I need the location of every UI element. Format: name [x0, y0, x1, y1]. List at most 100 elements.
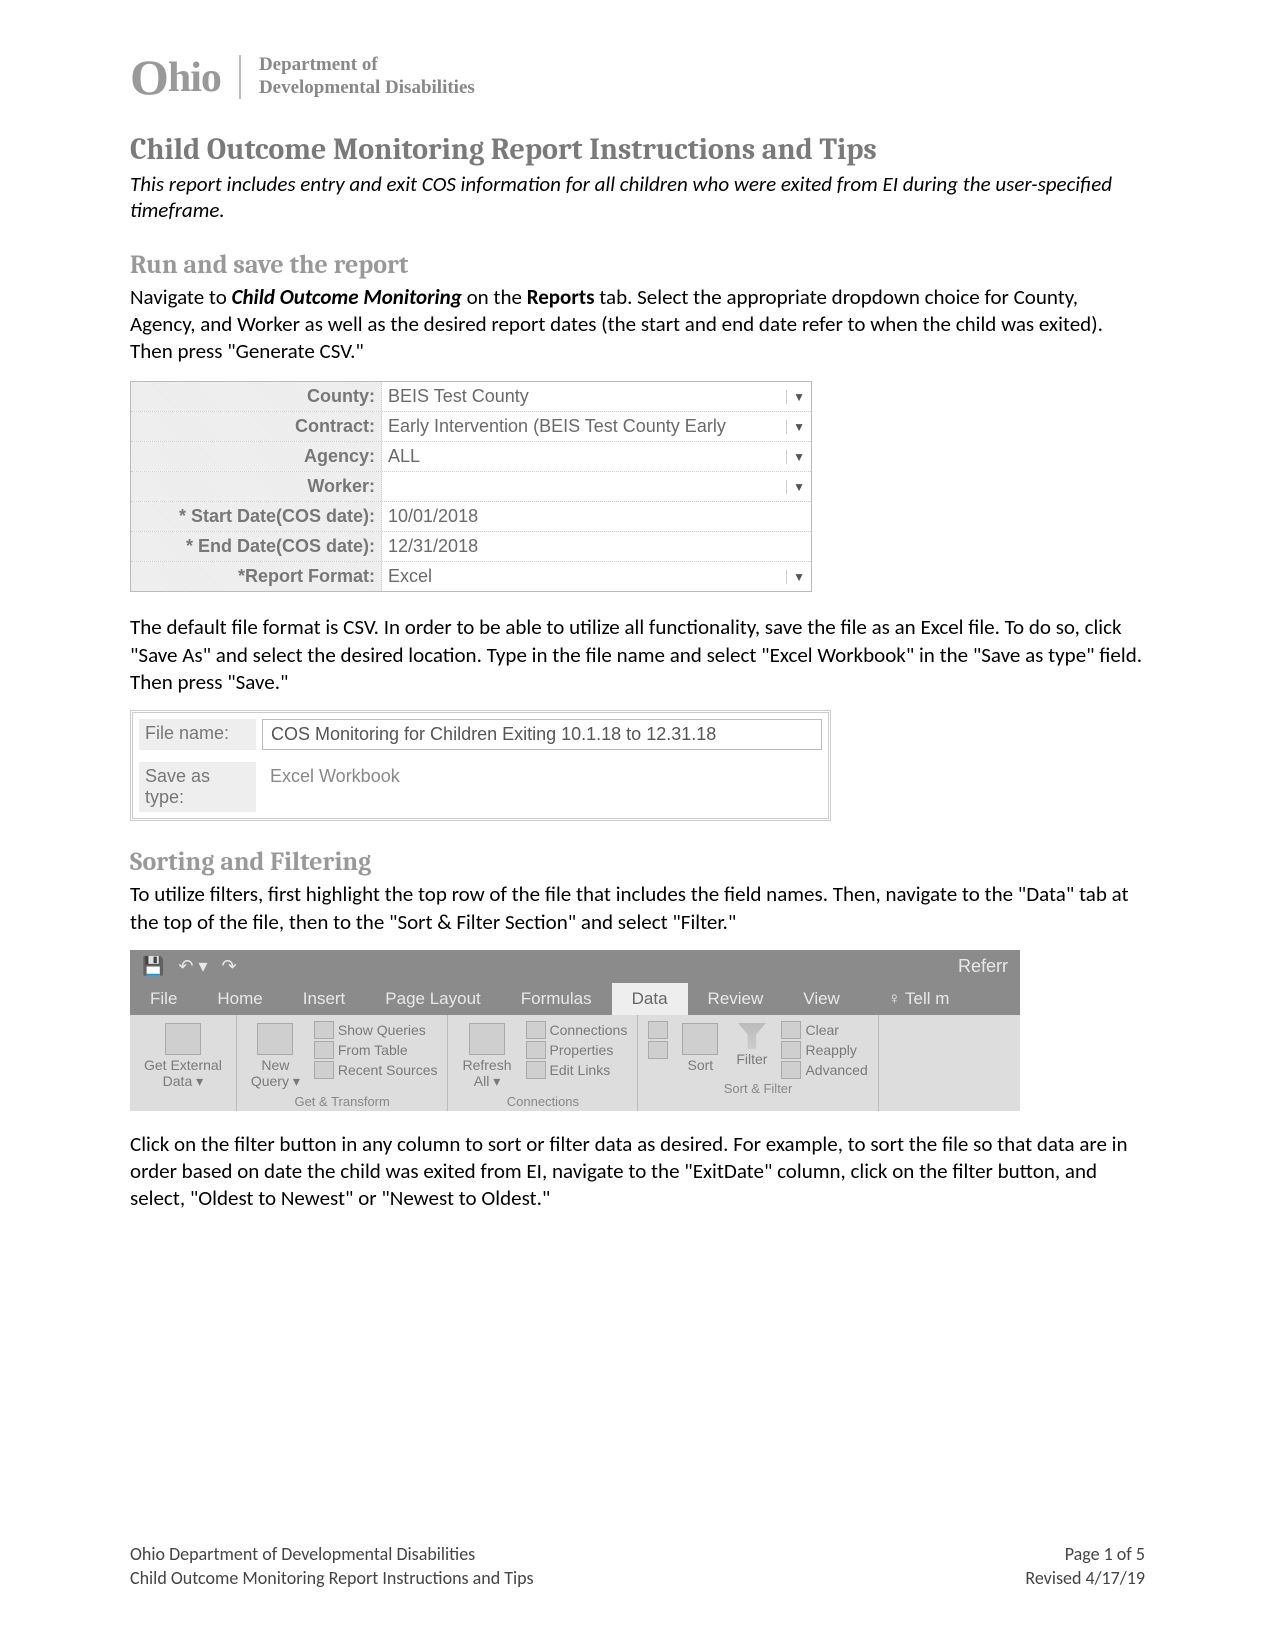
agency-label: Agency:	[131, 442, 382, 471]
filter-button[interactable]: Filter	[732, 1021, 771, 1069]
reapply-label: Reapply	[805, 1042, 856, 1058]
reports-tab-bold: Reports	[527, 284, 595, 310]
county-value: BEIS Test County	[388, 386, 529, 407]
from-table-button[interactable]: From Table	[314, 1041, 438, 1059]
sort-button[interactable]: Sort	[678, 1021, 722, 1075]
sort-az-icon	[648, 1021, 668, 1039]
start-date-label: * Start Date(COS date):	[131, 502, 382, 531]
edit-links-icon	[526, 1061, 546, 1079]
page-title: Child Outcome Monitoring Report Instruct…	[130, 132, 1145, 167]
start-date-input[interactable]: 10/01/2018	[382, 502, 811, 531]
get-external-data-label: Get External Data ▾	[144, 1057, 222, 1090]
end-date-label: * End Date(COS date):	[131, 532, 382, 561]
filename-value: COS Monitoring for Children Exiting 10.1…	[271, 724, 716, 744]
filter-usage-para: Click on the filter button in any column…	[130, 1131, 1145, 1213]
edit-links-label: Edit Links	[550, 1062, 611, 1078]
show-queries-icon	[314, 1021, 334, 1039]
start-date-value: 10/01/2018	[388, 506, 478, 527]
saveas-type-dropdown[interactable]: Excel Workbook	[262, 762, 822, 812]
filename-label: File name:	[139, 719, 256, 750]
section-run-save-heading: Run and save the report	[130, 250, 1145, 280]
ribbon-title-truncated: Referr	[958, 956, 1008, 977]
advanced-label: Advanced	[805, 1062, 867, 1078]
connections-label: Connections	[550, 1022, 628, 1038]
contract-label: Contract:	[131, 412, 382, 441]
section-run-save-para: Navigate to Child Outcome Monitoring on …	[130, 284, 1145, 366]
refresh-all-button[interactable]: Refresh All ▾	[458, 1021, 515, 1092]
footer-dept: Ohio Department of Developmental Disabil…	[130, 1543, 534, 1566]
tab-insert[interactable]: Insert	[283, 983, 366, 1015]
tab-formulas[interactable]: Formulas	[501, 983, 612, 1015]
clear-label: Clear	[805, 1022, 838, 1038]
advanced-button[interactable]: Advanced	[781, 1061, 867, 1079]
report-format-dropdown[interactable]: Excel ▼	[382, 562, 811, 591]
redo-icon[interactable]: ↷	[222, 956, 237, 977]
saveas-type-label: Save as type:	[139, 762, 256, 812]
new-query-icon	[257, 1023, 293, 1055]
sort-icon	[682, 1023, 718, 1055]
clear-button[interactable]: Clear	[781, 1021, 867, 1039]
chevron-down-icon: ▼	[786, 390, 805, 404]
refresh-icon	[469, 1023, 505, 1055]
group-sort-filter: Sort & Filter	[724, 1081, 793, 1096]
county-dropdown[interactable]: BEIS Test County ▼	[382, 382, 811, 411]
tab-file[interactable]: File	[130, 983, 197, 1015]
filename-input[interactable]: COS Monitoring for Children Exiting 10.1…	[262, 719, 822, 750]
footer-doc-title: Child Outcome Monitoring Report Instruct…	[130, 1567, 534, 1590]
agency-value: ALL	[388, 446, 420, 467]
connections-button[interactable]: Connections	[526, 1021, 628, 1039]
report-format-value: Excel	[388, 566, 432, 587]
save-icon[interactable]: 💾	[142, 956, 164, 977]
tab-page-layout[interactable]: Page Layout	[365, 983, 500, 1015]
tab-view[interactable]: View	[783, 983, 860, 1015]
chevron-down-icon: ▼	[786, 420, 805, 434]
recent-sources-button[interactable]: Recent Sources	[314, 1061, 438, 1079]
refresh-all-label: Refresh All ▾	[462, 1057, 511, 1090]
sort-za-button[interactable]	[648, 1041, 668, 1059]
tab-home[interactable]: Home	[197, 983, 282, 1015]
save-as-instructions: The default file format is CSV. In order…	[130, 614, 1145, 696]
worker-label: Worker:	[131, 472, 382, 501]
reapply-button[interactable]: Reapply	[781, 1041, 867, 1059]
chevron-down-icon: ▼	[786, 480, 805, 494]
ohio-logo: Ohio	[130, 48, 221, 106]
text: Navigate to	[130, 284, 232, 310]
sort-za-icon	[648, 1041, 668, 1059]
end-date-input[interactable]: 12/31/2018	[382, 532, 811, 561]
worker-dropdown[interactable]: ▼	[382, 472, 811, 501]
tell-me-search[interactable]: ♀ Tell m	[868, 983, 970, 1015]
intro-text: This report includes entry and exit COS …	[130, 171, 1145, 224]
filter-icon	[738, 1023, 766, 1049]
sort-label: Sort	[688, 1057, 714, 1073]
show-queries-button[interactable]: Show Queries	[314, 1021, 438, 1039]
header-divider	[239, 55, 241, 99]
end-date-value: 12/31/2018	[388, 536, 478, 557]
footer-revised-date: Revised 4/17/19	[1025, 1567, 1145, 1590]
tab-data[interactable]: Data	[612, 983, 688, 1015]
properties-icon	[526, 1041, 546, 1059]
connections-icon	[526, 1021, 546, 1039]
new-query-label: New Query ▾	[251, 1057, 300, 1090]
group-get-transform: Get & Transform	[294, 1094, 389, 1109]
section-sorting-heading: Sorting and Filtering	[130, 847, 1145, 877]
department-name: Department of Developmental Disabilities	[259, 54, 475, 100]
chevron-down-icon: ▼	[786, 450, 805, 464]
edit-links-button[interactable]: Edit Links	[526, 1061, 628, 1079]
page-footer: Ohio Department of Developmental Disabil…	[130, 1543, 1145, 1590]
get-external-data-button[interactable]: Get External Data ▾	[140, 1021, 226, 1092]
undo-icon[interactable]: ↶ ▾	[178, 956, 207, 977]
contract-dropdown[interactable]: Early Intervention (BEIS Test County Ear…	[382, 412, 811, 441]
section-sorting-para: To utilize filters, first highlight the …	[130, 881, 1145, 936]
tab-review[interactable]: Review	[688, 983, 784, 1015]
new-query-button[interactable]: New Query ▾	[247, 1021, 304, 1092]
chevron-down-icon: ▼	[786, 570, 805, 584]
properties-button[interactable]: Properties	[526, 1041, 628, 1059]
agency-dropdown[interactable]: ALL ▼	[382, 442, 811, 471]
get-external-data-icon	[165, 1023, 201, 1055]
recent-sources-label: Recent Sources	[338, 1062, 438, 1078]
report-form-figure: County: BEIS Test County ▼ Contract: Ear…	[130, 381, 812, 592]
nav-target-bold: Child Outcome Monitoring	[232, 284, 462, 310]
dept-line-1: Department of	[259, 54, 475, 77]
report-format-label: *Report Format:	[131, 562, 382, 591]
sort-az-button[interactable]	[648, 1021, 668, 1039]
